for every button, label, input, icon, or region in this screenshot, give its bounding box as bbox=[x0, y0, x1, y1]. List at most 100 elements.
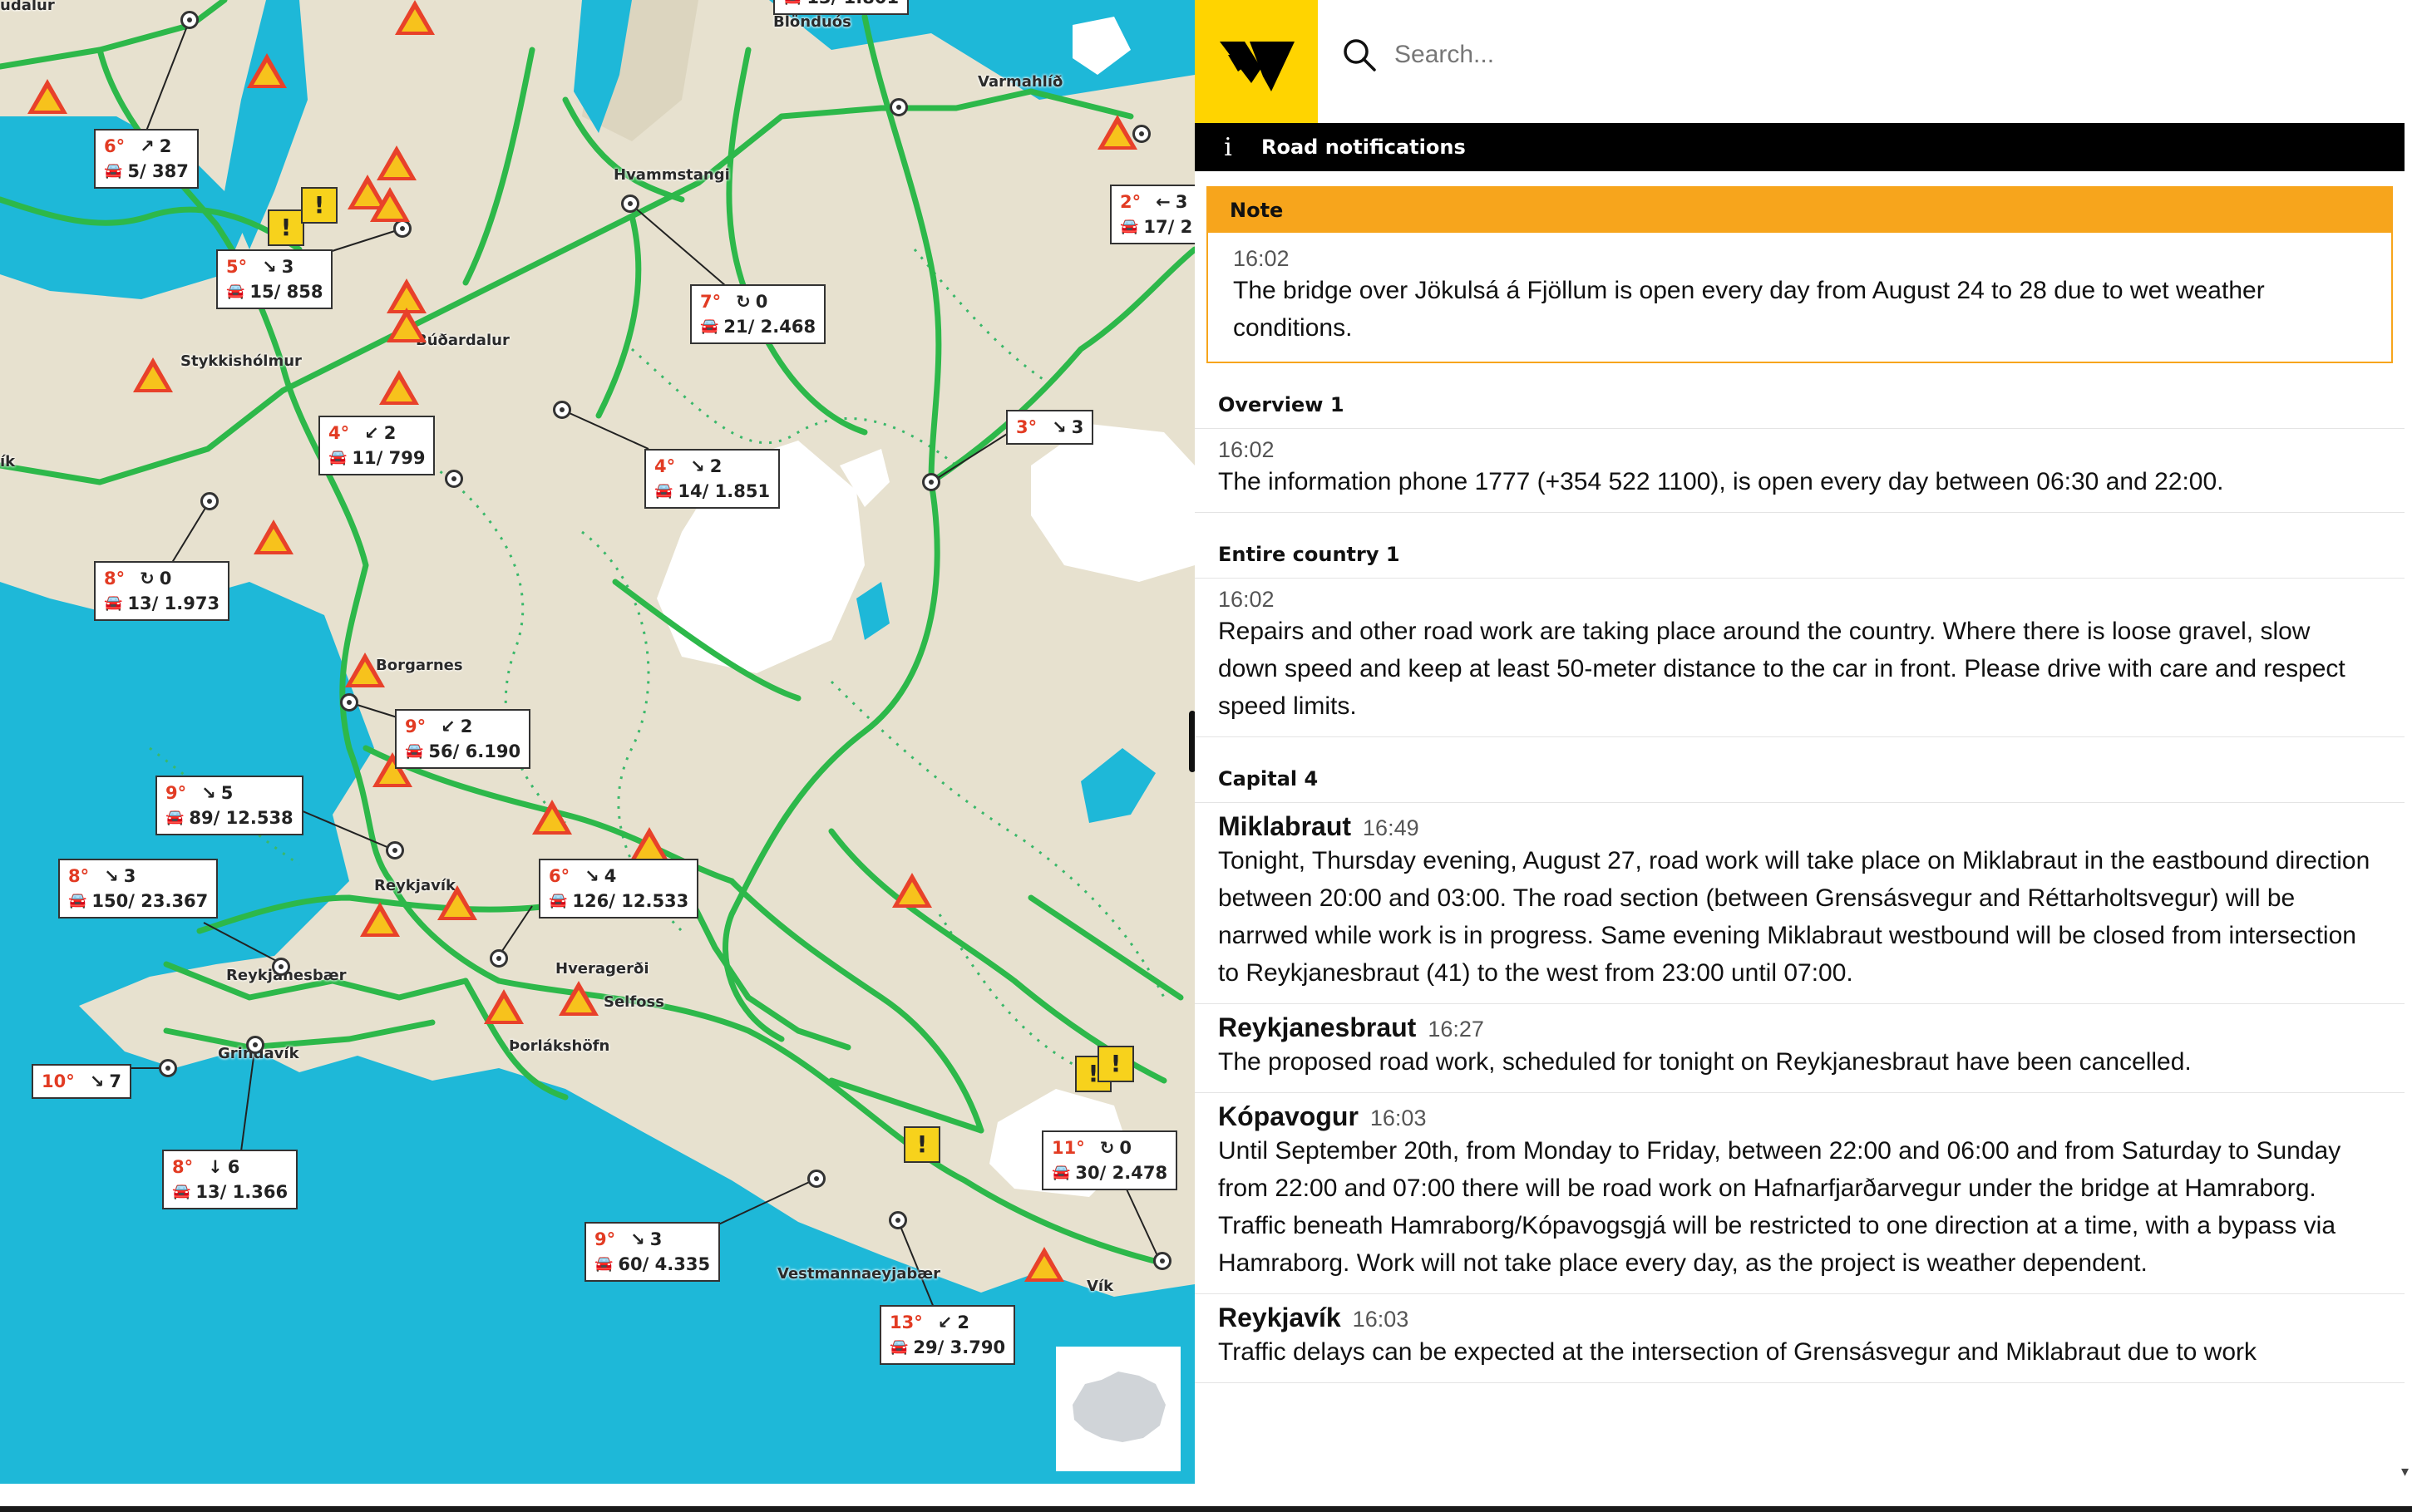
town-label: Hveragerði bbox=[555, 960, 649, 978]
wind-direction-icon: ↻ bbox=[736, 292, 751, 312]
weather-station-box[interactable]: 9° ↘ 3 🚘 60/ 4.335 bbox=[585, 1222, 721, 1282]
alert-icon[interactable]: ! bbox=[301, 187, 338, 224]
weather-station-box[interactable]: 11° ↻ 0 🚘 30/ 2.478 bbox=[1042, 1130, 1178, 1190]
section-heading: Entire country 1 bbox=[1195, 513, 2405, 579]
roadwork-warning-icon[interactable] bbox=[559, 981, 599, 1016]
town-label: ík bbox=[0, 453, 16, 470]
roadwork-warning-icon[interactable] bbox=[395, 0, 435, 35]
town-label: Búðardalur bbox=[416, 332, 510, 349]
weather-station-marker[interactable] bbox=[180, 11, 199, 29]
weather-station-marker[interactable] bbox=[890, 98, 908, 116]
weather-station-marker[interactable] bbox=[490, 949, 508, 968]
notification-item: Reykjavík 16:03 Traffic delays can be exp… bbox=[1195, 1294, 2405, 1383]
weather-station-marker[interactable] bbox=[386, 841, 404, 859]
roadwork-warning-icon[interactable] bbox=[370, 187, 410, 222]
weather-station-box[interactable]: 8° ↻ 0 🚘 13/ 1.973 bbox=[94, 561, 230, 621]
weather-station-box[interactable]: 8° ↓ 6 🚘 13/ 1.366 bbox=[162, 1150, 298, 1209]
weather-station-marker[interactable] bbox=[246, 1036, 264, 1054]
weather-station-marker[interactable] bbox=[272, 958, 290, 976]
weather-station-box[interactable]: 8° ↘ 3 🚘 150/ 23.367 bbox=[58, 859, 219, 919]
car-icon: 🚘 bbox=[104, 594, 123, 612]
search-input[interactable] bbox=[1393, 40, 1895, 70]
car-icon: 🚘 bbox=[165, 809, 185, 826]
weather-station-marker[interactable] bbox=[200, 492, 219, 510]
notification-time: 16:02 bbox=[1218, 437, 1275, 462]
traffic-count: 150/ 23.367 bbox=[91, 891, 209, 911]
weather-station-box[interactable]: 4° ↘ 2 🚘 14/ 1.851 bbox=[644, 449, 781, 509]
wind-direction-icon: ↘ bbox=[104, 866, 119, 886]
town-label: Selfoss bbox=[604, 993, 664, 1011]
search-bar[interactable] bbox=[1341, 37, 1895, 73]
iceland-overview-minimap[interactable] bbox=[1056, 1347, 1181, 1471]
roadwork-warning-icon[interactable] bbox=[360, 902, 400, 937]
weather-station-marker[interactable] bbox=[340, 693, 358, 712]
roadwork-warning-icon[interactable] bbox=[133, 357, 173, 392]
roadwork-warning-icon[interactable] bbox=[484, 989, 524, 1024]
roadwork-warning-icon[interactable] bbox=[254, 520, 293, 554]
weather-station-marker[interactable] bbox=[159, 1059, 177, 1077]
town-label: Blönduós bbox=[773, 13, 851, 31]
notification-text: Tonight, Thursday evening, August 27, ro… bbox=[1218, 847, 2370, 987]
roadwork-warning-icon[interactable] bbox=[437, 885, 477, 920]
weather-station-box[interactable]: 4° ↙ 2 🚘 11/ 799 bbox=[318, 416, 436, 475]
notifications-panel: i Road notifications Note 16:02 The brid… bbox=[1195, 0, 2412, 1484]
weather-station-marker[interactable] bbox=[553, 401, 571, 419]
roadwork-warning-icon[interactable] bbox=[27, 79, 67, 114]
traffic-count: 17/ 2 bbox=[1143, 217, 1193, 237]
alert-icon[interactable]: ! bbox=[1097, 1046, 1134, 1082]
roadwork-warning-icon[interactable] bbox=[1024, 1247, 1064, 1282]
traffic-count: 56/ 6.190 bbox=[428, 741, 521, 761]
brand-logo[interactable] bbox=[1195, 0, 1318, 123]
weather-station-marker[interactable] bbox=[445, 470, 463, 488]
weather-station-box[interactable]: 2° ← 3 🚘 17/ 2 bbox=[1110, 185, 1195, 244]
weather-station-marker[interactable] bbox=[807, 1170, 826, 1188]
weather-station-box[interactable]: 5° ↘ 3 🚘 15/ 858 bbox=[216, 249, 333, 309]
roadwork-warning-icon[interactable] bbox=[345, 653, 385, 687]
traffic-count: 13/ 1.973 bbox=[127, 593, 220, 613]
road-notifications-header[interactable]: i Road notifications bbox=[1195, 123, 2405, 171]
car-icon: 🚘 bbox=[1052, 1164, 1071, 1181]
weather-station-box[interactable]: 7° ↻ 0 🚘 21/ 2.468 bbox=[690, 284, 826, 344]
wind-direction-icon: ↻ bbox=[140, 569, 155, 589]
weather-station-marker[interactable] bbox=[1153, 1252, 1171, 1270]
traffic-count: 30/ 2.478 bbox=[1075, 1163, 1168, 1183]
roadwork-warning-icon[interactable] bbox=[379, 370, 419, 405]
roadwork-warning-icon[interactable] bbox=[1097, 115, 1137, 150]
wind-direction-icon: ↘ bbox=[201, 783, 216, 803]
roadwork-warning-icon[interactable] bbox=[247, 53, 287, 88]
town-label: Hvammstangi bbox=[614, 166, 730, 184]
roadwork-warning-icon[interactable] bbox=[387, 308, 427, 342]
notifications-list[interactable]: Note 16:02 The bridge over Jökulsá á Fjö… bbox=[1195, 171, 2405, 1383]
weather-station-box[interactable]: 10° ↘ 7 bbox=[32, 1064, 131, 1099]
weather-station-box[interactable]: 6° ↘ 4 🚘 126/ 12.533 bbox=[539, 859, 699, 919]
wind-direction-icon: ↘ bbox=[690, 456, 705, 476]
wind-direction-icon: ↙ bbox=[364, 423, 379, 443]
alert-icon[interactable]: ! bbox=[904, 1126, 940, 1163]
weather-station-marker[interactable] bbox=[393, 219, 412, 238]
weather-station-marker[interactable] bbox=[621, 195, 639, 213]
road-map[interactable]: udalur Blönduós Varmahlíð Hvammstangi St… bbox=[0, 0, 1195, 1484]
car-icon: 🚘 bbox=[226, 283, 245, 300]
alert-icon[interactable]: ! bbox=[268, 209, 304, 246]
car-icon: 🚘 bbox=[654, 482, 673, 500]
weather-station-marker[interactable] bbox=[889, 1211, 907, 1229]
town-label: Vestmannaeyjabær bbox=[777, 1265, 941, 1283]
weather-station-box[interactable]: 6° ↗ 2 🚘 5/ 387 bbox=[94, 129, 199, 189]
roadwork-warning-icon[interactable] bbox=[629, 827, 669, 862]
town-label: Þorlákshöfn bbox=[509, 1037, 610, 1055]
weather-station-box[interactable]: 9° ↙ 2 🚘 56/ 6.190 bbox=[395, 709, 531, 769]
traffic-count: 21/ 2.468 bbox=[723, 317, 816, 337]
weather-station-box[interactable]: 9° ↘ 5 🚘 89/ 12.538 bbox=[155, 776, 303, 835]
scroll-down-icon[interactable]: ▾ bbox=[2401, 1463, 2409, 1480]
car-icon: 🚘 bbox=[890, 1338, 909, 1356]
weather-station-box[interactable]: 🚘 13/ 1.801 bbox=[773, 0, 910, 15]
notification-time: 16:49 bbox=[1363, 815, 1419, 840]
info-icon: i bbox=[1224, 132, 1232, 162]
weather-station-box[interactable]: 13° ↙ 2 🚘 29/ 3.790 bbox=[880, 1305, 1016, 1365]
roadwork-warning-icon[interactable] bbox=[892, 873, 932, 908]
window-bottom-border bbox=[0, 1506, 2412, 1512]
weather-station-marker[interactable] bbox=[922, 473, 940, 491]
panel-resize-handle[interactable] bbox=[1189, 711, 1195, 772]
roadwork-warning-icon[interactable] bbox=[532, 800, 572, 835]
weather-station-box[interactable]: 3° ↘ 3 bbox=[1006, 410, 1094, 445]
